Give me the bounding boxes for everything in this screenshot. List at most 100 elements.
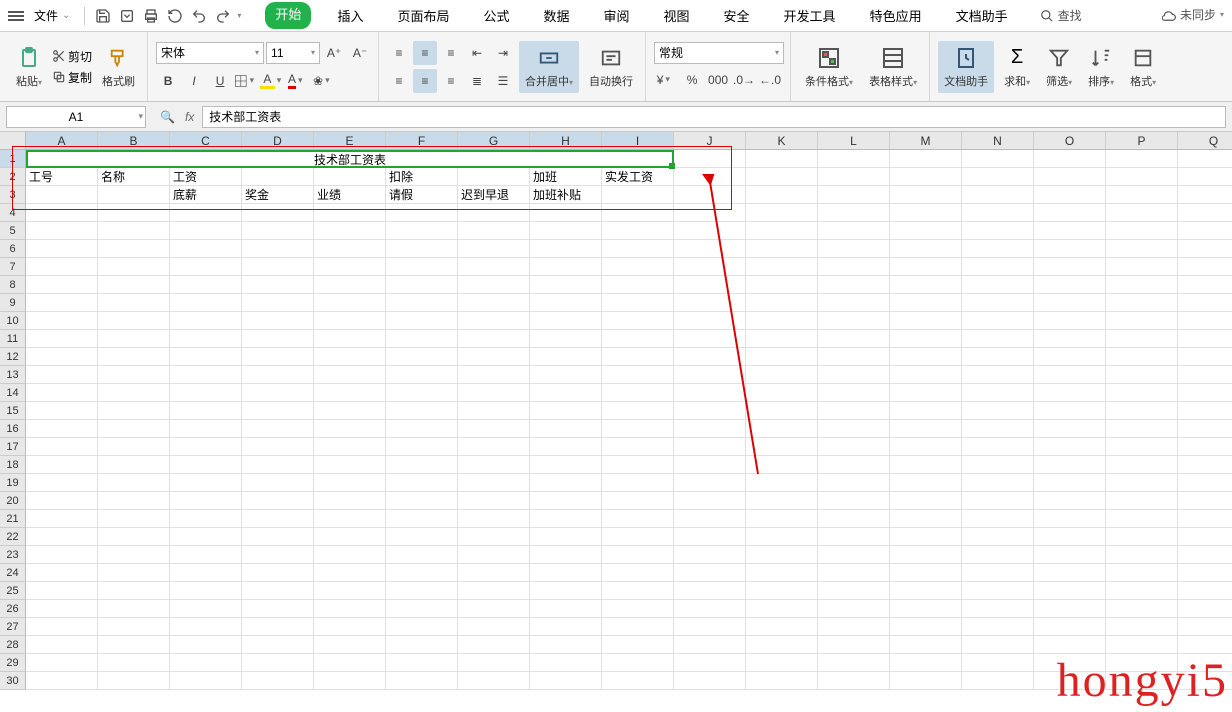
qat-more-icon[interactable]: ▾ (237, 11, 241, 20)
cell[interactable] (170, 204, 242, 222)
cell[interactable] (890, 294, 962, 312)
cell[interactable] (458, 636, 530, 654)
border-button[interactable]: ▾ (234, 69, 258, 93)
cell[interactable]: 加班 (530, 168, 602, 186)
cell[interactable] (674, 294, 746, 312)
cell[interactable] (98, 528, 170, 546)
cell[interactable] (458, 474, 530, 492)
name-box[interactable]: A1 ▾ (6, 106, 146, 128)
cell[interactable] (530, 312, 602, 330)
cell[interactable] (1034, 384, 1106, 402)
cell[interactable] (458, 348, 530, 366)
cell[interactable] (746, 366, 818, 384)
tab-developer[interactable]: 开发工具 (776, 2, 844, 29)
cell[interactable] (962, 618, 1034, 636)
font-color-button[interactable]: A▾ (286, 69, 310, 93)
cell[interactable] (1034, 618, 1106, 636)
cell[interactable] (1034, 222, 1106, 240)
cell[interactable] (26, 582, 98, 600)
cell[interactable] (674, 276, 746, 294)
cell[interactable] (386, 276, 458, 294)
cell[interactable] (530, 636, 602, 654)
cell[interactable] (170, 276, 242, 294)
cell[interactable] (26, 366, 98, 384)
cell[interactable]: 迟到早退 (458, 186, 530, 204)
cell[interactable] (602, 582, 674, 600)
cell[interactable] (1106, 564, 1178, 582)
cell[interactable] (602, 366, 674, 384)
cell[interactable] (746, 222, 818, 240)
align-center-icon[interactable]: ≡ (413, 69, 437, 93)
cell[interactable] (386, 546, 458, 564)
cell[interactable] (98, 204, 170, 222)
cell[interactable] (1106, 636, 1178, 654)
cell[interactable]: 请假 (386, 186, 458, 204)
cell[interactable]: 加班补贴 (530, 186, 602, 204)
cell[interactable] (1178, 618, 1232, 636)
cell[interactable] (674, 528, 746, 546)
cell[interactable] (386, 402, 458, 420)
cell[interactable] (242, 294, 314, 312)
cell[interactable] (26, 474, 98, 492)
cell[interactable] (242, 276, 314, 294)
cell[interactable] (170, 528, 242, 546)
cell[interactable] (890, 474, 962, 492)
cell[interactable] (962, 636, 1034, 654)
cell[interactable] (26, 186, 98, 204)
cell[interactable] (1106, 276, 1178, 294)
row-header[interactable]: 14 (0, 384, 26, 402)
cell[interactable] (26, 222, 98, 240)
tab-insert[interactable]: 插入 (329, 2, 371, 29)
cell[interactable] (170, 384, 242, 402)
cell[interactable] (386, 348, 458, 366)
cell[interactable] (242, 636, 314, 654)
cell[interactable] (818, 564, 890, 582)
cell[interactable] (890, 564, 962, 582)
cell[interactable] (458, 618, 530, 636)
row-header[interactable]: 27 (0, 618, 26, 636)
cell[interactable] (602, 510, 674, 528)
cell[interactable] (242, 438, 314, 456)
cell[interactable] (98, 384, 170, 402)
cell[interactable]: 扣除 (386, 168, 458, 186)
cell[interactable] (530, 600, 602, 618)
cell[interactable] (818, 474, 890, 492)
cell[interactable] (170, 636, 242, 654)
cell[interactable] (818, 402, 890, 420)
cell[interactable] (746, 654, 818, 672)
cell[interactable] (602, 564, 674, 582)
cell[interactable] (458, 240, 530, 258)
cell[interactable] (1034, 546, 1106, 564)
fill-handle[interactable] (669, 163, 675, 169)
row-header[interactable]: 19 (0, 474, 26, 492)
cell[interactable]: 实发工资 (602, 168, 674, 186)
cell[interactable] (1178, 294, 1232, 312)
cell[interactable] (386, 456, 458, 474)
cell[interactable] (242, 348, 314, 366)
cell[interactable] (818, 510, 890, 528)
cell[interactable] (458, 330, 530, 348)
cell[interactable] (98, 510, 170, 528)
cell[interactable] (26, 384, 98, 402)
cell[interactable] (818, 546, 890, 564)
increase-font-icon[interactable]: A⁺ (322, 41, 346, 65)
save-icon[interactable] (93, 6, 113, 26)
cell[interactable] (1034, 240, 1106, 258)
increase-decimal-icon[interactable]: .0→ (732, 68, 756, 92)
cell[interactable] (530, 528, 602, 546)
tab-data[interactable]: 数据 (535, 2, 577, 29)
cell[interactable] (386, 672, 458, 690)
cell[interactable] (1178, 564, 1232, 582)
cell[interactable] (602, 294, 674, 312)
cell[interactable] (314, 204, 386, 222)
cell[interactable] (530, 474, 602, 492)
cell[interactable] (386, 384, 458, 402)
column-header[interactable]: D (242, 132, 314, 150)
cell[interactable] (386, 420, 458, 438)
phonetic-button[interactable]: ❀▾ (312, 69, 336, 93)
cell[interactable] (962, 276, 1034, 294)
cell[interactable] (1106, 438, 1178, 456)
cell[interactable] (674, 654, 746, 672)
row-header[interactable]: 5 (0, 222, 26, 240)
cell[interactable] (170, 474, 242, 492)
